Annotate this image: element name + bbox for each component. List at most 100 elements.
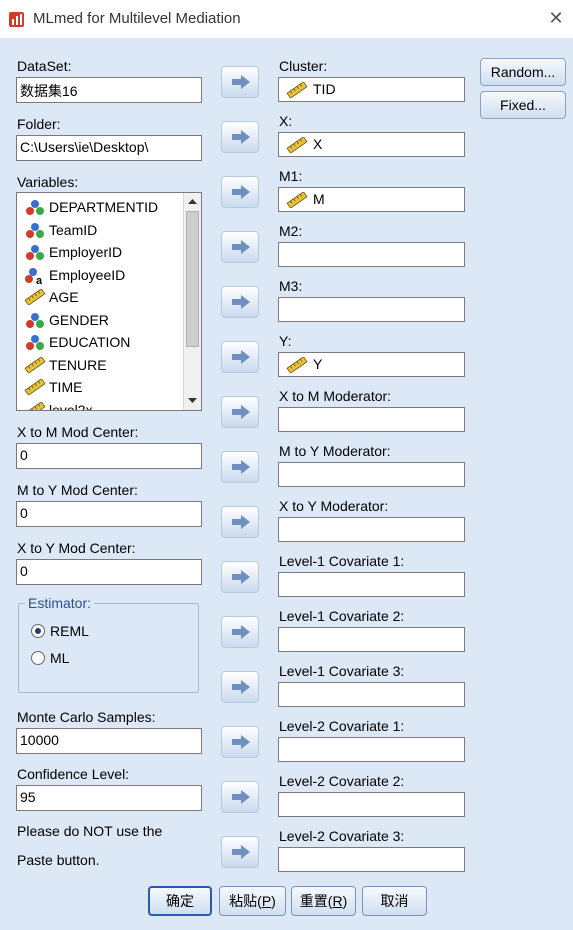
move-to-level-2-covariate-3-button[interactable]: [221, 836, 259, 868]
m1-field[interactable]: M: [278, 187, 465, 212]
level-1-covariate-1-field[interactable]: [278, 572, 465, 597]
dataset-label: DataSet:: [17, 58, 72, 74]
variable-name: TENURE: [49, 356, 107, 373]
paste-shortcut: P: [261, 893, 272, 909]
nominal-icon: [24, 334, 46, 352]
y-field[interactable]: Y: [278, 352, 465, 377]
m3-field[interactable]: [278, 297, 465, 322]
scale-ruler-icon: [24, 400, 46, 410]
my-center-field[interactable]: 0: [16, 501, 202, 527]
variable-list-item[interactable]: EDUCATION: [23, 332, 183, 354]
level-2-covariate-2-label: Level-2 Covariate 2:: [279, 773, 405, 789]
variables-label: Variables:: [17, 174, 79, 190]
nominal-string-icon: a: [24, 267, 46, 287]
xm-center-field[interactable]: 0: [16, 443, 202, 469]
variable-list-item[interactable]: TIME: [23, 377, 183, 399]
reset-label-close: ): [342, 893, 348, 909]
m1-label: M1:: [279, 168, 303, 184]
move-to-x-to-y-moderator-button[interactable]: [221, 506, 259, 538]
m2-label: M2:: [279, 223, 303, 239]
x-field[interactable]: X: [278, 132, 465, 157]
scroll-up-button[interactable]: [184, 193, 201, 209]
arrow-right-icon: [232, 185, 250, 199]
arrow-right-icon: [232, 350, 250, 364]
m-to-y-moderator-field[interactable]: [278, 462, 465, 487]
x-to-m-moderator-field[interactable]: [278, 407, 465, 432]
move-to-m1-button[interactable]: [221, 176, 259, 208]
scroll-down-button[interactable]: [184, 393, 201, 409]
move-to-level-1-covariate-1-button[interactable]: [221, 561, 259, 593]
nominal-icon: [24, 312, 46, 330]
scale-ruler-icon: [286, 356, 308, 374]
folder-label: Folder:: [17, 116, 61, 132]
move-to-level-1-covariate-2-button[interactable]: [221, 616, 259, 648]
nominal-icon: [24, 244, 46, 262]
scale-ruler-icon: [24, 378, 46, 397]
variables-list[interactable]: DEPARTMENTID TeamID EmployerID a EmployeeID A…: [16, 192, 202, 411]
level-1-covariate-2-field[interactable]: [278, 627, 465, 652]
level-1-covariate-3-field[interactable]: [278, 682, 465, 707]
arrow-right-icon: [232, 845, 250, 859]
paste-note-line2: Paste button.: [17, 852, 100, 868]
level-2-covariate-3-label: Level-2 Covariate 3:: [279, 828, 405, 844]
folder-field[interactable]: C:\Users\ie\Desktop\: [16, 135, 202, 161]
move-to-m2-button[interactable]: [221, 231, 259, 263]
move-to-m-to-y-moderator-button[interactable]: [221, 451, 259, 483]
cluster-label: Cluster:: [279, 58, 328, 74]
variable-list-item[interactable]: AGE: [23, 287, 183, 309]
cluster-field[interactable]: TID: [278, 77, 465, 102]
paste-button[interactable]: 粘贴(P): [219, 886, 286, 916]
xm-center-label: X to M Mod Center:: [17, 424, 139, 440]
variable-list-item[interactable]: TeamID: [23, 220, 183, 242]
move-to-y-button[interactable]: [221, 341, 259, 373]
fixed-button[interactable]: Fixed...: [480, 91, 566, 119]
window-title: MLmed for Multilevel Mediation: [33, 10, 241, 27]
x-to-y-moderator-label: X to Y Moderator:: [279, 498, 389, 514]
variable-list-item[interactable]: GENDER: [23, 310, 183, 332]
close-icon[interactable]: ✕: [547, 9, 565, 27]
variable-list-item[interactable]: level2x: [23, 400, 183, 410]
arrow-right-icon: [232, 75, 250, 89]
mc-samples-field[interactable]: 10000: [16, 728, 202, 754]
move-to-x-to-m-moderator-button[interactable]: [221, 396, 259, 428]
level-2-covariate-1-field[interactable]: [278, 737, 465, 762]
move-to-level-2-covariate-2-button[interactable]: [221, 781, 259, 813]
confidence-field[interactable]: 95: [16, 785, 202, 811]
chevron-up-icon: [188, 199, 197, 204]
xy-center-field[interactable]: 0: [16, 559, 202, 585]
ok-button[interactable]: 确定: [148, 886, 212, 916]
variable-list-item[interactable]: TENURE: [23, 355, 183, 377]
confidence-label: Confidence Level:: [17, 766, 130, 782]
move-to-cluster-button[interactable]: [221, 66, 259, 98]
x-label: X:: [279, 113, 293, 129]
variable-list-item[interactable]: DEPARTMENTID: [23, 197, 183, 219]
scroll-thumb[interactable]: [186, 211, 199, 347]
m3-label: M3:: [279, 278, 303, 294]
reml-radio[interactable]: REML: [31, 622, 131, 642]
my-center-label: M to Y Mod Center:: [17, 482, 138, 498]
paste-note-line1: Please do NOT use the: [17, 823, 163, 839]
dataset-field[interactable]: 数据集16: [16, 77, 202, 103]
paste-label-close: ): [271, 893, 276, 909]
level-1-covariate-1-label: Level-1 Covariate 1:: [279, 553, 405, 569]
variable-list-item[interactable]: a EmployeeID: [23, 265, 183, 287]
m2-field[interactable]: [278, 242, 465, 267]
reset-label: 重置(: [299, 893, 333, 909]
mc-samples-label: Monte Carlo Samples:: [17, 709, 156, 725]
level-2-covariate-3-field[interactable]: [278, 847, 465, 872]
ml-radio[interactable]: ML: [31, 649, 131, 669]
move-to-level-1-covariate-3-button[interactable]: [221, 671, 259, 703]
scale-ruler-icon: [24, 355, 46, 375]
variables-scrollbar[interactable]: [183, 193, 201, 410]
random-button[interactable]: Random...: [480, 58, 566, 86]
move-to-x-button[interactable]: [221, 121, 259, 153]
cancel-button[interactable]: 取消: [362, 886, 427, 916]
move-to-m3-button[interactable]: [221, 286, 259, 318]
level-2-covariate-2-field[interactable]: [278, 792, 465, 817]
variable-list-item[interactable]: EmployerID: [23, 242, 183, 264]
reset-button[interactable]: 重置(R): [291, 886, 356, 916]
scale-ruler-icon: [286, 191, 308, 209]
move-to-level-2-covariate-1-button[interactable]: [221, 726, 259, 758]
x-to-y-moderator-field[interactable]: [278, 517, 465, 542]
reml-label: REML: [50, 623, 89, 639]
